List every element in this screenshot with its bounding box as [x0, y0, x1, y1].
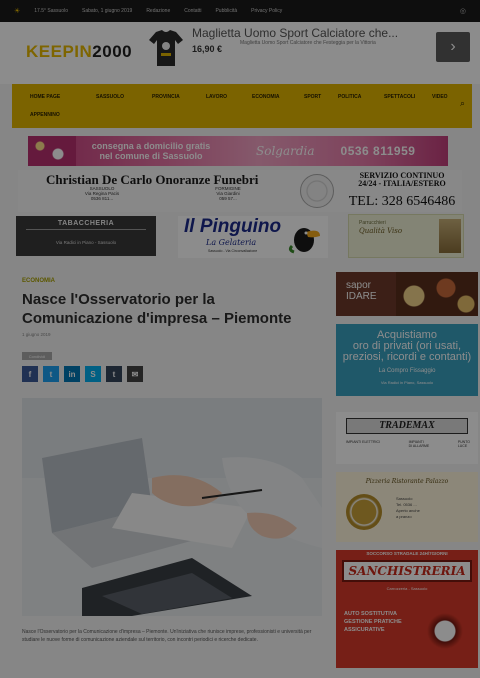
modal-backdrop-overlay[interactable]	[0, 0, 480, 678]
